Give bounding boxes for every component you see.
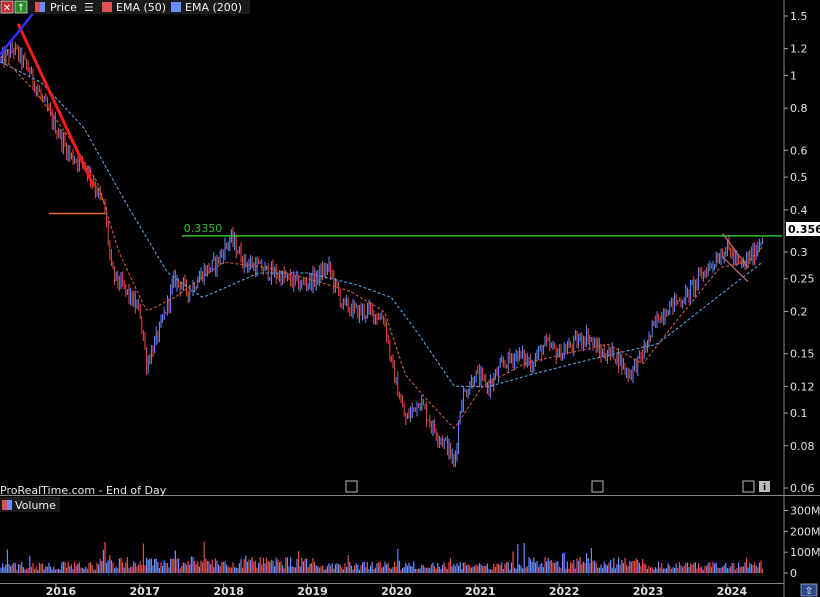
- volume-bars: [0, 541, 764, 573]
- time-tick-label-2020: 2020: [381, 585, 412, 597]
- price-tick-label-2: 1: [790, 69, 797, 82]
- resistance-label: 0.3350: [184, 222, 223, 235]
- time-tick-label-2024: 2024: [717, 585, 748, 597]
- price-legend-label[interactable]: Price: [50, 1, 77, 14]
- watermark-text: ProRealTime.com - End of Day: [0, 484, 167, 497]
- scroll-up-icon-glyph: ⇧: [805, 586, 813, 597]
- price-tick-label-5: 0.5: [790, 171, 808, 184]
- volume-tick-label-2: 100M: [790, 546, 820, 559]
- list-icon[interactable]: ☰: [84, 1, 94, 14]
- time-tick-label-2023: 2023: [633, 585, 664, 597]
- price-tick-label-7: 0.3: [790, 246, 808, 259]
- volume-tick-label-3: 0: [790, 567, 797, 580]
- price-tick-label-6: 0.4: [790, 204, 808, 217]
- time-tick-label-2019: 2019: [297, 585, 328, 597]
- ema200-legend-label[interactable]: EMA (200): [185, 1, 242, 14]
- price-tick-label-1: 1.2: [790, 43, 808, 56]
- last-price-value: 0.3560: [788, 223, 820, 236]
- ema50-legend-label[interactable]: EMA (50): [116, 1, 166, 14]
- price-color-icon-red: [35, 2, 40, 12]
- arrow-up-icon-glyph: ↑: [17, 3, 25, 14]
- time-axis: 2016 2017 2018 2019 2020 2021 2022 2023 2024: [46, 583, 748, 597]
- volume-tick-label-1: 200M: [790, 525, 820, 538]
- price-tick-label-12: 0.1: [790, 407, 808, 420]
- price-tick-label-3: 0.8: [790, 102, 808, 115]
- price-tick-label-14: 0.06: [790, 482, 815, 495]
- panel-icons: i ⇧: [345, 480, 818, 597]
- volume-color-icon-red: [2, 500, 7, 510]
- last-price-badge: 0.3560: [786, 222, 820, 236]
- ema200-color-icon: [171, 2, 181, 12]
- info-icon-glyph: i: [763, 483, 766, 493]
- time-tick-label-2018: 2018: [213, 585, 244, 597]
- stock-chart: 0.3350 1.5 1.2 1 0.8 0.6 0.5 0.4 0.3 0.25 0.2 0.15…: [0, 0, 820, 597]
- volume-header: Volume: [0, 497, 60, 512]
- volume-legend-label[interactable]: Volume: [15, 499, 56, 512]
- chart-header: ✕ ↑ Price ☰ EMA (50) EMA (200): [0, 0, 250, 14]
- price-tick-label-13: 0.08: [790, 440, 815, 453]
- price-tick-label-10: 0.15: [790, 348, 815, 361]
- price-tick-label-11: 0.12: [790, 380, 815, 393]
- ema50-color-icon: [102, 2, 112, 12]
- time-tick-label-2021: 2021: [465, 585, 496, 597]
- price-tick-label-9: 0.2: [790, 305, 808, 318]
- close-icon-glyph: ✕: [3, 3, 11, 14]
- price-tick-label-8: 0.25: [790, 273, 815, 286]
- time-tick-label-2017: 2017: [129, 585, 160, 597]
- time-tick-label-2022: 2022: [549, 585, 580, 597]
- volume-tick-label-0: 300M: [790, 505, 820, 518]
- time-tick-label-2016: 2016: [46, 585, 77, 597]
- price-tick-label-4: 0.6: [790, 144, 808, 157]
- price-tick-label-0: 1.5: [790, 10, 808, 23]
